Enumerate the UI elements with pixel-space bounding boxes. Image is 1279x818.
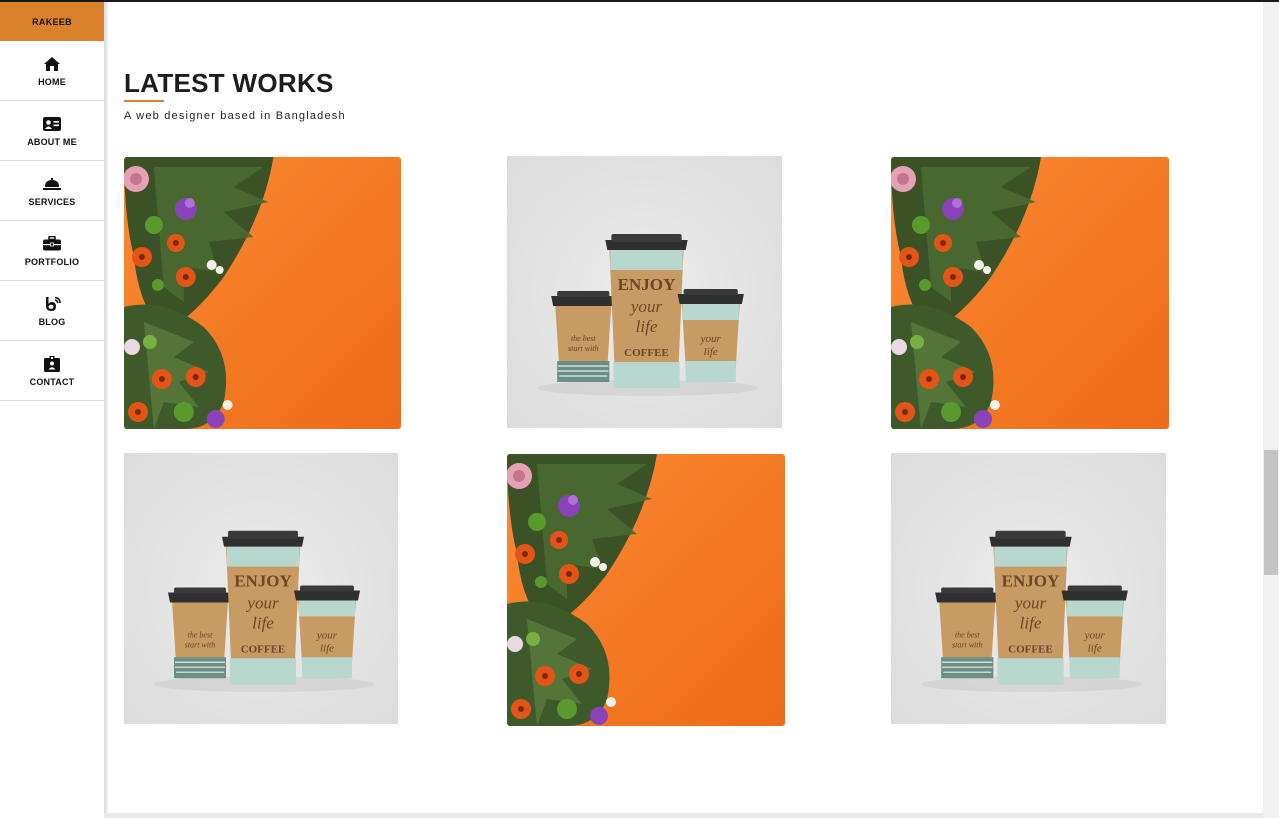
floral-orange-image xyxy=(507,454,785,726)
portfolio-item-3[interactable] xyxy=(891,157,1169,429)
portfolio-item-5[interactable] xyxy=(507,454,785,726)
portfolio-item-4[interactable] xyxy=(124,453,398,724)
coffee-cups-image xyxy=(507,156,782,428)
sidebar: RAKEEB HOME ABOUT ME SERVICES PORTFOLIO … xyxy=(0,2,105,818)
nav-item-about[interactable]: ABOUT ME xyxy=(0,101,104,161)
section-title: LATEST WORKS xyxy=(124,68,334,98)
briefcase-icon xyxy=(42,235,62,253)
main-panel-edge xyxy=(104,2,108,818)
bell-service-icon xyxy=(42,175,62,193)
scrollbar-thumb[interactable] xyxy=(1264,450,1278,575)
nav-label-services: SERVICES xyxy=(28,196,76,207)
nav-item-home[interactable]: HOME xyxy=(0,41,104,101)
main-panel-bottom xyxy=(104,813,1279,818)
nav-item-contact[interactable]: CONTACT xyxy=(0,341,104,401)
nav-item-services[interactable]: SERVICES xyxy=(0,161,104,221)
contact-badge-icon xyxy=(42,355,62,373)
nav-label-about: ABOUT ME xyxy=(27,136,77,147)
id-card-icon xyxy=(42,115,62,133)
nav-label-contact: CONTACT xyxy=(29,376,75,387)
portfolio-item-2[interactable] xyxy=(507,156,782,428)
scrollbar-track[interactable] xyxy=(1263,2,1279,818)
nav-label-blog: BLOG xyxy=(38,316,66,327)
floral-orange-image xyxy=(124,157,401,429)
coffee-cups-image xyxy=(124,453,398,724)
nav-label-home: HOME xyxy=(38,76,66,87)
portfolio-item-1[interactable] xyxy=(124,157,401,429)
home-icon xyxy=(42,55,62,73)
window-top-border xyxy=(0,0,1279,2)
title-underline xyxy=(124,100,164,102)
section-subtitle: A web designer based in Bangladesh xyxy=(124,110,346,122)
nav-label-portfolio: PORTFOLIO xyxy=(24,256,80,267)
coffee-cups-image xyxy=(891,453,1166,724)
nav-item-blog[interactable]: BLOG xyxy=(0,281,104,341)
brand-logo[interactable]: RAKEEB xyxy=(0,2,104,41)
blog-icon xyxy=(42,295,62,313)
portfolio-item-6[interactable] xyxy=(891,453,1166,724)
floral-orange-image xyxy=(891,157,1169,429)
nav-item-portfolio[interactable]: PORTFOLIO xyxy=(0,221,104,281)
